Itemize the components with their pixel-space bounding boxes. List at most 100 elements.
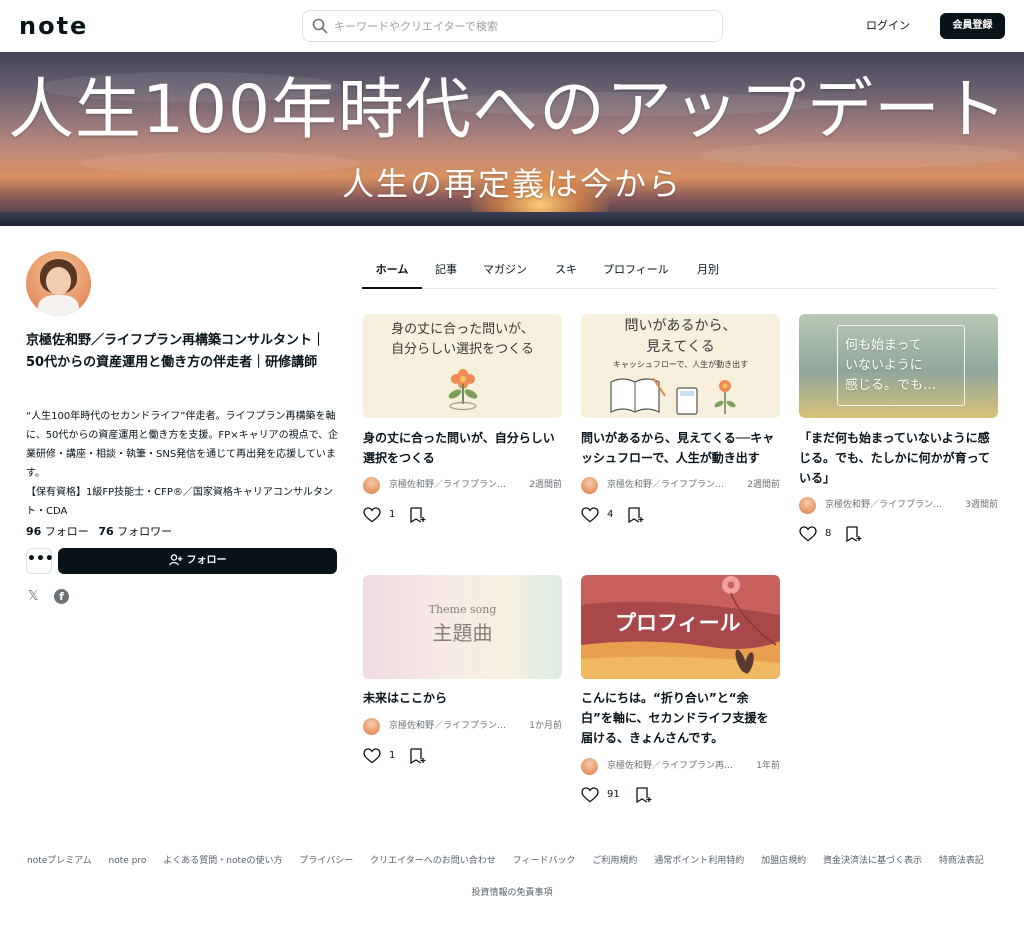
follow-button[interactable]: フォロー — [58, 548, 337, 574]
magazine-add-icon[interactable] — [409, 507, 427, 523]
search-input[interactable] — [334, 11, 714, 41]
magazine-add-icon[interactable] — [627, 507, 645, 523]
tab-monthly[interactable]: 月別 — [697, 257, 719, 289]
thumbnail-text: プロフィール — [615, 611, 741, 635]
like-count: 91 — [607, 789, 620, 800]
magazine-add-icon[interactable] — [409, 748, 427, 764]
footer-link-merchant[interactable]: 加盟店規約 — [761, 856, 806, 866]
article-card[interactable]: プロフィール こんにちは。“折り合い”と“余白”を軸に、セカンドライフ支援を届け… — [581, 575, 780, 815]
author-name[interactable]: 京極佐和野／ライフプラン… — [389, 717, 519, 735]
tab-home[interactable]: ホーム — [362, 257, 422, 289]
article-actions: 8 — [799, 525, 998, 545]
article-title[interactable]: 未来はここから — [363, 688, 562, 708]
more-options-button[interactable]: ••• — [26, 548, 54, 574]
magazine-add-icon[interactable] — [845, 526, 863, 542]
article-thumbnail[interactable]: 問いがあるから、 見えてくる キャッシュフローで、人生が動き出す — [581, 314, 780, 418]
footer-link-note-pro[interactable]: note pro — [109, 856, 147, 866]
heart-icon[interactable] — [581, 507, 599, 523]
article-actions: 4 — [581, 506, 780, 526]
footer-disclaimer[interactable]: 投資情報の免責事項 — [0, 884, 1024, 902]
article-meta: 京極佐和野／ライフプラン… 2週間前 — [363, 476, 562, 494]
article-actions: 1 — [363, 506, 562, 526]
follow-count[interactable]: 96 — [26, 525, 41, 538]
author-avatar[interactable] — [581, 758, 598, 775]
x-twitter-icon[interactable]: 𝕏 — [28, 590, 42, 604]
heart-icon[interactable] — [363, 748, 381, 764]
like-count: 8 — [825, 528, 832, 539]
article-actions: 1 — [363, 747, 562, 767]
article-meta: 京極佐和野／ライフプラン… 1か月前 — [363, 717, 562, 735]
footer-link-premium[interactable]: noteプレミアム — [27, 856, 92, 866]
note-logo[interactable]: note — [19, 12, 88, 40]
tab-profile[interactable]: プロフィール — [603, 257, 669, 289]
profile-tabs: ホーム 記事 マガジン スキ プロフィール 月別 — [362, 257, 998, 289]
author-avatar[interactable] — [363, 718, 380, 735]
follow-label[interactable]: フォロー — [45, 525, 89, 538]
article-card[interactable]: 何も始まって いないように 感じる。でも… 「まだ何も始まっていないように感じる… — [799, 314, 998, 554]
tab-likes[interactable]: スキ — [555, 257, 577, 289]
tab-magazines[interactable]: マガジン — [483, 257, 527, 289]
article-meta: 京極佐和野／ライフプラン… 2週間前 — [581, 476, 780, 494]
footer-link-commerce-act[interactable]: 特商法表記 — [939, 856, 984, 866]
author-avatar[interactable] — [363, 477, 380, 494]
article-thumbnail[interactable]: プロフィール — [581, 575, 780, 679]
heart-icon[interactable] — [581, 787, 599, 803]
thumbnail-subtext: キャッシュフローで、人生が動き出す — [612, 360, 749, 369]
banner-title: 人生100年時代へのアップデート — [8, 71, 1008, 148]
thumbnail-english: Theme song — [428, 603, 497, 616]
footer-link-points[interactable]: 通常ポイント利用特約 — [654, 856, 744, 866]
article-title[interactable]: 「まだ何も始まっていないように感じる。でも、たしかに何かが育っている」 — [799, 428, 998, 488]
author-avatar[interactable] — [799, 497, 816, 514]
author-avatar[interactable] — [581, 477, 598, 494]
article-meta: 京極佐和野／ライフプラン再… 1年前 — [581, 757, 780, 775]
like-count: 1 — [389, 509, 396, 520]
like-count: 1 — [389, 750, 396, 761]
footer-link-privacy[interactable]: プライバシー — [299, 856, 353, 866]
article-actions: 91 — [581, 786, 780, 806]
article-title[interactable]: 身の丈に合った問いが、自分らしい選択をつくる — [363, 428, 562, 468]
facebook-icon[interactable]: f — [54, 589, 69, 604]
footer-link-creator-contact[interactable]: クリエイターへのお問い合わせ — [370, 856, 496, 866]
post-date: 2週間前 — [747, 480, 780, 490]
article-card[interactable]: Theme song 主題曲 未来はここから 京極佐和野／ライフプラン… 1か月… — [363, 575, 562, 775]
article-thumbnail[interactable]: 身の丈に合った問いが、 自分らしい選択をつくる — [363, 314, 562, 418]
follower-count[interactable]: 76 — [98, 525, 113, 538]
tab-articles[interactable]: 記事 — [435, 257, 457, 289]
article-meta: 京極佐和野／ライフプラン… 3週間前 — [799, 496, 998, 514]
footer-link-terms[interactable]: ご利用規約 — [592, 856, 637, 866]
article-card[interactable]: 身の丈に合った問いが、 自分らしい選択をつくる 身の丈に合った問いが、自分らしい… — [363, 314, 562, 534]
signup-button[interactable]: 会員登録 — [940, 13, 1005, 39]
article-title[interactable]: 問いがあるから、見えてくる──キャッシュフローで、人生が動き出す — [581, 428, 780, 468]
magazine-add-icon[interactable] — [635, 787, 653, 803]
site-header: note ログイン 会員登録 — [0, 0, 1024, 52]
author-name[interactable]: 京極佐和野／ライフプラン… — [607, 476, 737, 494]
heart-icon[interactable] — [363, 507, 381, 523]
thumbnail-text: 何も始まって いないように 感じる。でも… — [845, 338, 937, 393]
article-card[interactable]: 問いがあるから、 見えてくる キャッシュフローで、人生が動き出す 問いがあるから… — [581, 314, 780, 534]
footer-link-payment-act[interactable]: 資金決済法に基づく表示 — [823, 856, 922, 866]
like-count: 4 — [607, 509, 614, 520]
thumbnail-text: 身の丈に合った問いが、 自分らしい選択をつくる — [391, 322, 534, 357]
heart-icon[interactable] — [799, 526, 817, 542]
follow-button-label: フォロー — [186, 555, 227, 566]
login-link[interactable]: ログイン — [866, 14, 910, 38]
header-banner: 人生100年時代へのアップデート 人生の再定義は今から — [0, 52, 1024, 226]
footer-link-feedback[interactable]: フィードバック — [513, 856, 576, 866]
article-thumbnail[interactable]: Theme song 主題曲 — [363, 575, 562, 679]
profile-stats: 96 フォロー 76 フォロワー — [26, 524, 178, 540]
author-name[interactable]: 京極佐和野／ライフプラン再… — [607, 757, 737, 775]
post-date: 1か月前 — [529, 721, 562, 731]
notebook-calculator-icon — [610, 377, 736, 415]
profile-avatar[interactable] — [26, 251, 91, 316]
author-name[interactable]: 京極佐和野／ライフプラン… — [389, 476, 519, 494]
author-name[interactable]: 京極佐和野／ライフプラン… — [825, 496, 955, 514]
search-box[interactable] — [302, 10, 723, 42]
follower-label[interactable]: フォロワー — [117, 525, 172, 538]
article-title[interactable]: こんにちは。“折り合い”と“余白”を軸に、セカンドライフ支援を届ける、きょんさん… — [581, 688, 780, 748]
profile-name: 京極佐和野／ライフプラン再構築コンサルタント｜50代からの資産運用と働き方の伴走… — [26, 333, 326, 370]
footer-link-faq[interactable]: よくある質問・noteの使い方 — [163, 856, 282, 866]
sea-horizon — [0, 212, 1024, 226]
article-thumbnail[interactable]: 何も始まって いないように 感じる。でも… — [799, 314, 998, 418]
footer-links: noteプレミアム note pro よくある質問・noteの使い方 プライバシ… — [27, 852, 998, 870]
search-icon — [312, 18, 328, 34]
